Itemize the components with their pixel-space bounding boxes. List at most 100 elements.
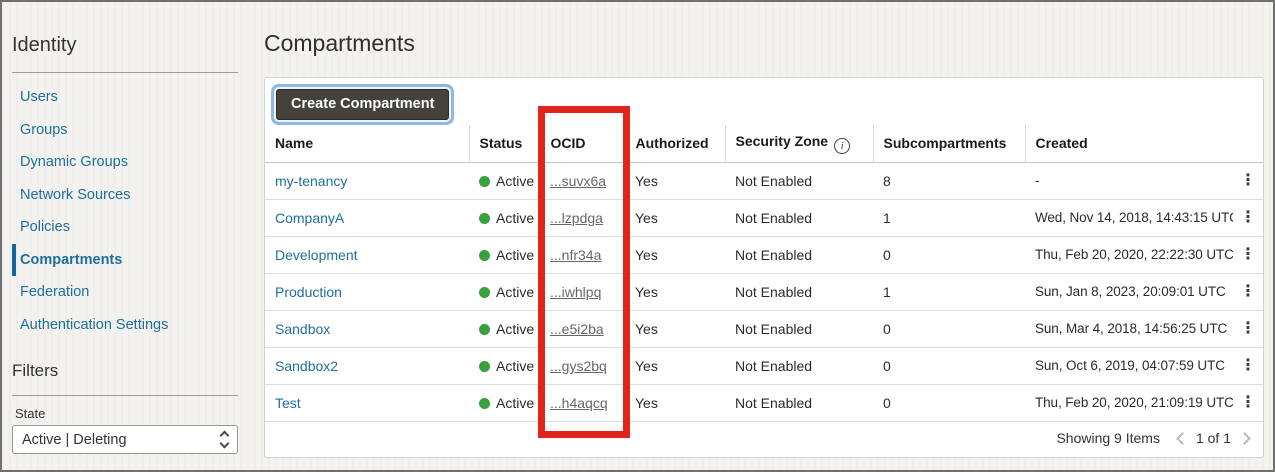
- table-row: Sandbox Active ...e5i2ba Yes Not Enabled 0 Sun…: [265, 310, 1263, 348]
- identity-sidebar: Identity Users Groups Dynamic Groups Networ…: [2, 2, 250, 470]
- compartments-card: Create Compartment Name Status OCID Auth…: [264, 77, 1264, 458]
- security-zone-cell: Not Enabled: [725, 310, 873, 348]
- created-cell: Thu, Feb 20, 2020, 21:09:19 UTC: [1025, 384, 1233, 422]
- authorized-cell: Yes: [625, 384, 725, 422]
- pagination-text: 1 of 1: [1195, 430, 1231, 446]
- created-cell: Thu, Feb 20, 2020, 22:22:30 UTC: [1025, 236, 1233, 274]
- filters-divider: [12, 395, 238, 396]
- state-filter-value: Active | Deleting: [22, 431, 127, 448]
- ocid-link[interactable]: ...suvx6a: [550, 173, 606, 189]
- ocid-link[interactable]: ...gys2bq: [550, 358, 607, 374]
- column-header-ocid: OCID: [539, 125, 625, 163]
- state-filter-label: State: [15, 406, 46, 421]
- status-text: Active: [496, 172, 535, 189]
- status-text: Active: [496, 320, 535, 337]
- authorized-cell: Yes: [625, 236, 725, 274]
- created-cell: Sun, Jan 8, 2023, 20:09:01 UTC: [1025, 273, 1233, 311]
- subcompartments-cell: 8: [873, 162, 1025, 200]
- security-zone-cell: Not Enabled: [725, 273, 873, 311]
- sidebar-item-policies[interactable]: Policies: [12, 211, 238, 244]
- column-header-name: Name: [265, 125, 469, 163]
- sidebar-item-authentication-settings[interactable]: Authentication Settings: [12, 309, 238, 342]
- authorized-cell: Yes: [625, 310, 725, 348]
- compartment-name-link[interactable]: Development: [275, 247, 358, 263]
- status-text: Active: [496, 357, 535, 374]
- compartment-name-link[interactable]: Production: [275, 284, 342, 300]
- status-text: Active: [496, 283, 535, 300]
- column-header-actions: [1233, 125, 1263, 163]
- compartment-name-link[interactable]: CompanyA: [275, 210, 344, 226]
- created-cell: -: [1025, 162, 1233, 200]
- info-icon[interactable]: i: [834, 137, 851, 154]
- kebab-menu-icon[interactable]: ⋮: [1240, 283, 1256, 300]
- column-header-created: Created: [1024, 125, 1233, 163]
- authorized-cell: Yes: [625, 347, 725, 385]
- subcompartments-cell: 1: [873, 199, 1025, 237]
- created-cell: Sun, Mar 4, 2018, 14:56:25 UTC: [1025, 310, 1233, 348]
- sidebar-item-users[interactable]: Users: [12, 81, 238, 114]
- table-footer: Showing 9 Items 1 of 1: [265, 419, 1263, 457]
- pagination: 1 of 1: [1176, 430, 1251, 446]
- kebab-menu-icon[interactable]: ⋮: [1240, 209, 1256, 226]
- chevron-right-icon[interactable]: [1238, 431, 1251, 445]
- created-cell: Wed, Nov 14, 2018, 14:43:15 UTC: [1025, 199, 1233, 237]
- subcompartments-cell: 0: [873, 347, 1025, 385]
- compartments-table: Name Status OCID Authorized Security Zon…: [265, 125, 1263, 422]
- table-row: CompanyA Active ...lzpdga Yes Not Enabled 1 We…: [265, 199, 1263, 237]
- compartment-name-link[interactable]: my-tenancy: [275, 173, 347, 189]
- green-dot-icon: [479, 323, 490, 335]
- kebab-menu-icon[interactable]: ⋮: [1240, 394, 1256, 411]
- sidebar-item-groups[interactable]: Groups: [12, 114, 238, 147]
- status-text: Active: [496, 246, 535, 263]
- security-zone-cell: Not Enabled: [725, 384, 873, 422]
- chevron-left-icon[interactable]: [1176, 431, 1189, 445]
- authorized-cell: Yes: [625, 273, 725, 311]
- kebab-menu-icon[interactable]: ⋮: [1240, 172, 1256, 189]
- column-header-status: Status: [468, 125, 540, 163]
- ocid-link[interactable]: ...lzpdga: [550, 210, 603, 226]
- green-dot-icon: [479, 175, 490, 187]
- green-dot-icon: [479, 212, 490, 224]
- ocid-link[interactable]: ...nfr34a: [550, 247, 601, 263]
- column-header-subcompartments: Subcompartments: [872, 125, 1025, 163]
- screenshot-frame: Identity Users Groups Dynamic Groups Networ…: [0, 0, 1275, 472]
- table-row: Production Active ...iwhlpq Yes Not Enabled 1…: [265, 273, 1263, 311]
- compartment-name-link[interactable]: Sandbox2: [275, 358, 338, 374]
- status-text: Active: [496, 209, 535, 226]
- created-cell: Sun, Oct 6, 2019, 04:07:59 UTC: [1025, 347, 1233, 385]
- create-compartment-button[interactable]: Create Compartment: [276, 89, 450, 120]
- kebab-menu-icon[interactable]: ⋮: [1240, 320, 1256, 337]
- sidebar-item-compartments[interactable]: Compartments: [12, 243, 238, 276]
- compartment-name-link[interactable]: Test: [275, 395, 301, 411]
- sidebar-title: Identity: [12, 34, 77, 56]
- compartment-name-link[interactable]: Sandbox: [275, 321, 330, 337]
- table-row: Sandbox2 Active ...gys2bq Yes Not Enabled 0 Su…: [265, 347, 1263, 385]
- ocid-link[interactable]: ...h4aqcq: [550, 395, 608, 411]
- table-row: Development Active ...nfr34a Yes Not Enabled…: [265, 236, 1263, 274]
- subcompartments-cell: 0: [873, 236, 1025, 274]
- ocid-link[interactable]: ...e5i2ba: [550, 321, 604, 337]
- security-zone-cell: Not Enabled: [725, 199, 873, 237]
- green-dot-icon: [479, 249, 490, 261]
- status-text: Active: [496, 394, 535, 411]
- ocid-link[interactable]: ...iwhlpq: [550, 284, 601, 300]
- sidebar-item-federation[interactable]: Federation: [12, 276, 238, 309]
- green-dot-icon: [479, 397, 490, 409]
- column-header-security-zone: Security Zone i: [724, 125, 873, 163]
- subcompartments-cell: 1: [873, 273, 1025, 311]
- table-row: my-tenancy Active ...suvx6a Yes Not Enabled 8…: [265, 162, 1263, 200]
- authorized-cell: Yes: [625, 162, 725, 200]
- column-header-authorized: Authorized: [624, 125, 725, 163]
- compartments-tbody: my-tenancy Active ...suvx6a Yes Not Enabled 8…: [265, 162, 1263, 422]
- security-zone-cell: Not Enabled: [725, 347, 873, 385]
- table-row: Test Active ...h4aqcq Yes Not Enabled 0 Thu, F…: [265, 384, 1263, 422]
- kebab-menu-icon[interactable]: ⋮: [1240, 246, 1256, 263]
- kebab-menu-icon[interactable]: ⋮: [1240, 357, 1256, 374]
- sidebar-item-network-sources[interactable]: Network Sources: [12, 179, 238, 212]
- sidebar-item-dynamic-groups[interactable]: Dynamic Groups: [12, 146, 238, 179]
- sidebar-divider: [12, 72, 238, 73]
- state-filter-select[interactable]: Active | Deleting: [12, 425, 238, 454]
- authorized-cell: Yes: [625, 199, 725, 237]
- security-zone-cell: Not Enabled: [725, 162, 873, 200]
- subcompartments-cell: 0: [873, 384, 1025, 422]
